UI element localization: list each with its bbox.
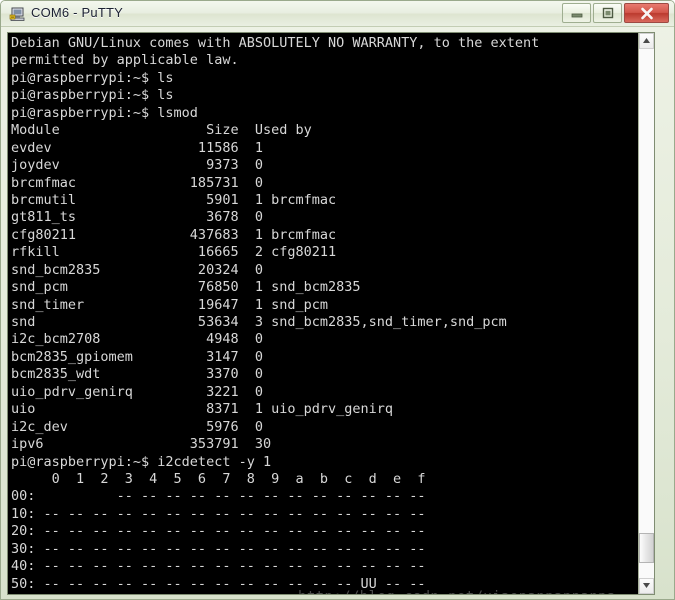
close-button[interactable]	[624, 3, 669, 23]
terminal-line: snd_bcm2835 20324 0	[11, 261, 263, 278]
maximize-button[interactable]	[593, 3, 622, 23]
scrollbar-thumb[interactable]	[639, 533, 654, 563]
terminal-line: snd 53634 3 snd_bcm2835,snd_timer,snd_pc…	[11, 314, 507, 330]
terminal-line: 30: -- -- -- -- -- -- -- -- -- -- -- -- …	[11, 540, 426, 557]
terminal-line: 20: -- -- -- -- -- -- -- -- -- -- -- -- …	[11, 523, 426, 540]
terminal-line: snd_pcm 76850 1 snd_bcm2835	[11, 279, 361, 296]
terminal-line: pi@raspberrypi:~$ i2cdetect -y 1	[11, 453, 272, 470]
scroll-down-icon[interactable]	[639, 578, 654, 594]
scrollbar-track[interactable]	[639, 49, 654, 578]
terminal-output: Debian GNU/Linux comes with ABSOLUTELY N…	[9, 35, 640, 594]
window-title: COM6 - PuTTY	[31, 5, 123, 20]
terminal-line: pi@raspberrypi:~$ lsmod	[11, 104, 198, 121]
terminal-line: ipv6 353791 30	[11, 436, 272, 453]
terminal-line: 40: -- -- -- -- -- -- -- -- -- -- -- -- …	[11, 558, 426, 575]
title-bar[interactable]: COM6 - PuTTY	[1, 1, 674, 27]
terminal-line: Debian GNU/Linux comes with ABSOLUTELY N…	[11, 35, 540, 51]
terminal-scrollbar[interactable]	[638, 33, 654, 594]
terminal-line: pi@raspberrypi:~$ ls	[11, 69, 174, 86]
putty-window: COM6 - PuTTY Debian GNU/Linux comes with…	[0, 0, 675, 600]
minimize-button[interactable]	[562, 3, 591, 23]
terminal-line: bcm2835_wdt 3370 0	[11, 366, 263, 383]
terminal-line: gt811_ts 3678 0	[11, 209, 263, 226]
scroll-up-icon[interactable]	[639, 33, 654, 49]
terminal-screen[interactable]: Debian GNU/Linux comes with ABSOLUTELY N…	[8, 33, 640, 594]
terminal-line: joydev 9373 0	[11, 157, 263, 174]
terminal-line: 0 1 2 3 4 5 6 7 8 9 a b c d e f	[11, 470, 426, 487]
terminal-line: permitted by applicable law.	[11, 52, 239, 69]
terminal-line: brcmfmac 185731 0	[11, 174, 263, 191]
terminal-line: Module Size Used by	[11, 122, 312, 139]
terminal-line: cfg80211 437683 1 brcmfmac	[11, 226, 337, 243]
terminal-line: brcmutil 5901 1 brcmfmac	[11, 191, 337, 208]
terminal-line: 00: -- -- -- -- -- -- -- -- -- -- -- -- …	[11, 488, 426, 505]
terminal-line: i2c_dev 5976 0	[11, 418, 263, 435]
terminal-line: bcm2835_gpiomem 3147 0	[11, 348, 263, 365]
terminal-line: evdev 11586 1	[11, 139, 263, 156]
terminal-window[interactable]: Debian GNU/Linux comes with ABSOLUTELY N…	[7, 32, 655, 595]
watermark-text: http://blog.csdn.net/xiaopanpanpanpa	[298, 589, 616, 594]
terminal-line: rfkill 16665 2 cfg80211	[11, 244, 337, 261]
terminal-line: pi@raspberrypi:~$ ls	[11, 87, 174, 104]
terminal-line: uio_pdrv_genirq 3221 0	[11, 383, 263, 400]
terminal-line: snd_timer 19647 1 snd_pcm	[11, 296, 328, 313]
terminal-line: uio 8371 1 uio_pdrv_genirq	[11, 401, 394, 418]
putty-icon	[9, 6, 26, 23]
terminal-line: 10: -- -- -- -- -- -- -- -- -- -- -- -- …	[11, 505, 426, 522]
terminal-line: i2c_bcm2708 4948 0	[11, 331, 263, 348]
